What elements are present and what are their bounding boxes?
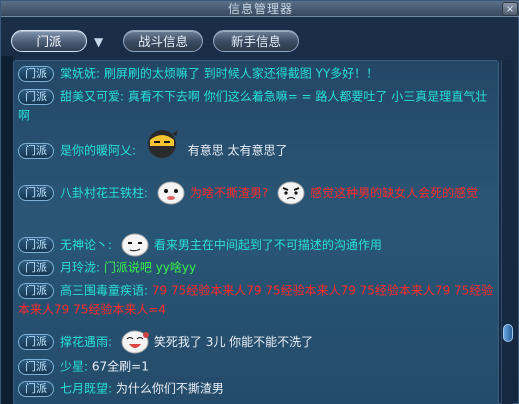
chat-scrollbar[interactable] [501, 60, 513, 404]
message-text: 笑死我了 3儿 你能不能不洗了 [153, 335, 314, 349]
message-text: 为什么你们不撕渣男 [115, 381, 224, 396]
sender-name[interactable]: 高三围毒童疾语: [60, 284, 148, 298]
face-emoji-icon [156, 179, 186, 207]
message-text: 有意思 太有意思了 [187, 143, 288, 158]
sect-badge[interactable]: 门派 [18, 185, 54, 201]
ninja-emoji-icon [144, 124, 180, 160]
message-text: 门派说吧 yy啥yy [103, 260, 197, 275]
scrollbar-thumb[interactable] [503, 324, 513, 342]
chat-message: 门派 八卦村花王铁柱: 为啥不撕渣男? 感觉这种男的缺女人会死的感觉 [18, 179, 494, 207]
tab-battle-info[interactable]: 战斗信息 [123, 30, 203, 52]
sender-name[interactable]: 撑花遇雨: [60, 335, 112, 349]
smirk-face-emoji-icon [120, 231, 150, 259]
sect-badge[interactable]: 门派 [18, 380, 54, 397]
angry-face-emoji-icon [276, 179, 306, 207]
message-text: 刷屏刷的太烦嘛了 到时候人家还得截图 YY多好！！ [103, 66, 379, 81]
sect-badge[interactable]: 门派 [18, 88, 54, 105]
chat-message: 门派 无神论丶: 看来男主在中间起到了不可描述的沟通作用 [18, 231, 494, 259]
left-frame [1, 56, 13, 404]
sender-name[interactable]: 棠妩妩: [60, 67, 100, 81]
chat-message: 门派 高三围毒童疾语: 79 75经验本来人79 75经验本来人79 75经验本来… [18, 281, 494, 318]
sender-name[interactable]: 少星: [60, 360, 88, 374]
sect-badge[interactable]: 门派 [18, 142, 54, 159]
sect-badge[interactable]: 门派 [18, 259, 54, 276]
window-title: 信息管理器 [227, 2, 293, 16]
close-button[interactable]: × [502, 2, 518, 16]
laughing-face-emoji-icon [120, 328, 150, 356]
sect-badge[interactable]: 门派 [18, 282, 54, 299]
message-text: 为啥不撕渣男? [189, 186, 269, 200]
sect-badge[interactable]: 门派 [18, 334, 54, 350]
chat-message: 门派 棠妩妩: 刷屏刷的太烦嘛了 到时候人家还得截图 YY多好！！ [18, 64, 494, 83]
sender-name[interactable]: 是你的暖阿乂: [60, 144, 136, 158]
sender-name[interactable]: 甜美又可爱: [60, 90, 124, 104]
sender-name[interactable]: 月玲泷: [60, 261, 100, 275]
sender-name[interactable]: 无神论丶: [60, 238, 112, 252]
chat-message: 门派 少星: 67全刷=1 [18, 357, 494, 376]
title-bar[interactable]: 信息管理器 × [1, 1, 519, 17]
sender-name[interactable]: 八卦村花王铁柱: [60, 186, 148, 200]
chat-message: 门派 是你的暖阿乂: 有意思 太有意思了 [18, 129, 494, 160]
chat-log[interactable]: 门派 棠妩妩: 刷屏刷的太烦嘛了 到时候人家还得截图 YY多好！！ 门派 甜美又可爱… [13, 60, 499, 404]
message-text: 67全刷=1 [91, 359, 149, 374]
tab-newbie-info[interactable]: 新手信息 [213, 30, 299, 52]
message-text: 看来男主在中间起到了不可描述的沟通作用 [153, 238, 382, 252]
chat-message: 门派 月玲泷: 门派说吧 yy啥yy [18, 258, 494, 277]
sender-name[interactable]: 七月既望: [60, 382, 112, 396]
message-text: 感觉这种男的缺女人会死的感觉 [310, 186, 479, 200]
channel-dropdown-arrow-icon[interactable]: ▼ [94, 35, 103, 49]
channel-tabs: 门派 ▼ 战斗信息 新手信息 [9, 30, 514, 56]
sect-badge[interactable]: 门派 [18, 358, 54, 375]
info-manager-window: 信息管理器 × 门派 ▼ 战斗信息 新手信息 门派 棠妩妩: 刷屏刷的太烦嘛了 到… [0, 0, 519, 404]
sect-badge[interactable]: 门派 [18, 65, 54, 82]
chat-message: 门派 甜美又可爱: 真看不下去啊 你们这么着急嘛= = 路人都要吐了 小三真是理直… [18, 87, 494, 124]
tab-sect[interactable]: 门派 [11, 30, 87, 52]
chat-message: 门派 撑花遇雨: 笑死我了 3儿 你能不能不洗了 [18, 328, 494, 356]
chat-message: 门派 七月既望: 为什么你们不撕渣男 [18, 379, 494, 398]
sect-badge[interactable]: 门派 [18, 237, 54, 253]
